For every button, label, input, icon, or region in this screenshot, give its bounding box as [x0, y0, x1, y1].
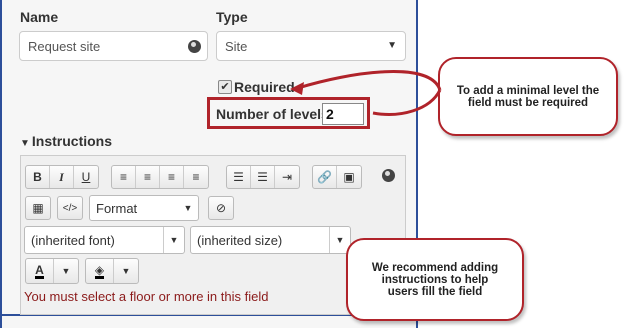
callout-arrow: [290, 70, 442, 116]
arrow-head: [290, 82, 304, 95]
arrow-line-lower: [372, 89, 442, 116]
arrow-line: [297, 70, 442, 91]
